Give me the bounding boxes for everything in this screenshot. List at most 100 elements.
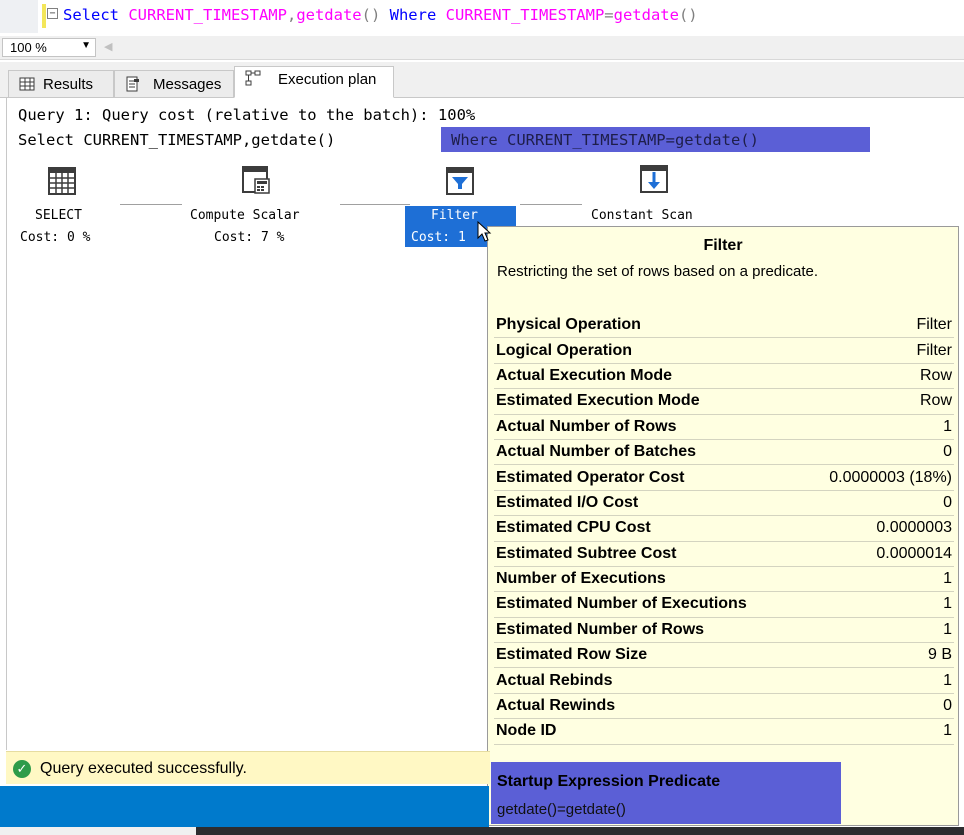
messages-icon [126, 76, 139, 92]
property-value: 9 B [801, 642, 954, 669]
chevron-down-icon[interactable]: ▼ [81, 40, 91, 51]
taskbar-strip-left [0, 827, 196, 835]
editor-gutter [0, 0, 38, 33]
property-name: Estimated Operator Cost [494, 464, 802, 491]
property-value: Row [801, 363, 954, 390]
property-name: Actual Number of Batches [494, 439, 802, 466]
property-value: 0.0000003 (18%) [801, 464, 954, 491]
sql-token: CURRENT_TIMESTAMP [128, 6, 287, 24]
property-value: 1 [801, 566, 954, 593]
zoom-select[interactable]: 100 % ▼ [2, 38, 96, 57]
property-name: Estimated CPU Cost [494, 515, 802, 542]
tooltip-description: Restricting the set of rows based on a p… [497, 263, 819, 280]
query-status-bar: ✓ Query executed successfully. [6, 751, 490, 784]
sql-token: Select [63, 6, 129, 24]
plan-node-cost: Cost: 1 [411, 230, 466, 245]
sql-token: Where [389, 6, 446, 24]
query-sql-highlight-text: Where CURRENT_TIMESTAMP=getdate() [451, 131, 759, 149]
results-tabs: Results Messages Execution plan [0, 62, 964, 98]
tooltip-property-row: Actual Rebinds 1 [494, 667, 954, 694]
tooltip-property-row: Estimated Subtree Cost 0.0000014 [494, 541, 954, 567]
property-value: 0.0000003 [801, 515, 954, 542]
compute-scalar-icon[interactable] [241, 165, 271, 195]
grid-icon [19, 77, 35, 91]
plan-node-cost: Cost: 7 % [214, 230, 285, 245]
sql-token: , [286, 6, 297, 24]
property-name: Estimated Number of Executions [494, 591, 802, 618]
tooltip-property-row: Estimated Execution Mode Row [494, 388, 954, 415]
sql-editor[interactable]: − Select CURRENT_TIMESTAMP,getdate() Whe… [0, 0, 964, 33]
tab-execution-plan[interactable]: Execution plan [234, 66, 394, 98]
operator-tooltip: Filter Restricting the set of rows based… [487, 226, 959, 826]
tab-execution-plan-label: Execution plan [278, 71, 377, 88]
plan-node-name: Compute Scalar [190, 208, 300, 223]
tooltip-property-row: Actual Number of Rows 1 [494, 414, 954, 440]
sql-token: CURRENT_TIMESTAMP [445, 6, 605, 24]
tooltip-property-row: Estimated CPU Cost 0.0000003 [494, 515, 954, 542]
property-name: Estimated I/O Cost [494, 490, 802, 517]
property-value: Filter [801, 337, 954, 364]
sql-code-line[interactable]: Select CURRENT_TIMESTAMP,getdate() Where… [63, 6, 698, 24]
sql-token: () [361, 6, 390, 24]
changed-line-marker [42, 4, 46, 28]
zoom-bar: 100 % ▼ ◀ [0, 36, 964, 60]
tooltip-property-row: Node ID 1 [494, 718, 954, 745]
property-name: Node ID [494, 718, 802, 745]
plan-node-name: Filter [431, 208, 478, 223]
mouse-pointer-icon [477, 221, 492, 242]
plan-node-name: SELECT [35, 208, 82, 223]
property-value: 0.0000014 [801, 541, 954, 567]
property-name: Estimated Row Size [494, 642, 802, 669]
tooltip-property-row: Actual Execution Mode Row [494, 363, 954, 390]
property-name: Actual Number of Rows [494, 414, 802, 440]
tab-messages-label: Messages [153, 76, 222, 93]
property-value: 1 [801, 414, 954, 440]
property-value: 1 [801, 617, 954, 644]
tooltip-properties-table: Physical Operation Filter Logical Operatio… [494, 313, 954, 745]
query-cost-line: Query 1: Query cost (relative to the bat… [18, 106, 476, 124]
predicate-value: getdate()=getdate() [497, 801, 626, 818]
property-value: 1 [801, 591, 954, 618]
scroll-left-icon[interactable]: ◀ [104, 40, 112, 53]
property-name: Actual Rebinds [494, 667, 802, 694]
filter-icon[interactable] [445, 166, 475, 196]
sql-token: = [604, 6, 614, 24]
tooltip-property-row: Estimated I/O Cost 0 [494, 490, 954, 517]
sql-token: getdate [296, 6, 362, 24]
tooltip-property-row: Estimated Number of Rows 1 [494, 617, 954, 644]
status-message: Query executed successfully. [40, 760, 247, 777]
select-icon[interactable] [47, 166, 77, 196]
plan-arrow-1 [120, 204, 182, 205]
property-name: Actual Execution Mode [494, 363, 802, 390]
property-name: Number of Executions [494, 566, 802, 593]
constant-scan-icon[interactable] [639, 164, 669, 194]
tooltip-property-row: Logical Operation Filter [494, 337, 954, 364]
tooltip-property-row: Estimated Row Size 9 B [494, 642, 954, 669]
property-value: 0 [801, 693, 954, 720]
query-sql-line: Select CURRENT_TIMESTAMP,getdate() [18, 131, 345, 149]
property-name: Estimated Execution Mode [494, 388, 802, 415]
predicate-title: Startup Expression Predicate [497, 773, 721, 790]
property-name: Logical Operation [494, 337, 802, 364]
plan-node-cost: Cost: 0 % [20, 230, 91, 245]
plan-arrow-3 [520, 204, 582, 205]
tooltip-property-row: Estimated Number of Executions 1 [494, 591, 954, 618]
property-value: Filter [801, 313, 954, 339]
property-name: Estimated Number of Rows [494, 617, 802, 644]
property-value: 1 [801, 718, 954, 745]
tooltip-property-row: Physical Operation Filter [494, 313, 954, 339]
ide-status-bar [0, 786, 489, 827]
execution-plan-icon [245, 70, 261, 86]
property-value: 0 [801, 439, 954, 466]
property-value: 1 [801, 667, 954, 694]
plan-node-name: Constant Scan [591, 208, 693, 223]
tab-messages[interactable]: Messages [114, 70, 234, 97]
property-name: Estimated Subtree Cost [494, 541, 802, 567]
tab-results[interactable]: Results [8, 70, 114, 97]
tooltip-property-row: Actual Rewinds 0 [494, 693, 954, 720]
sql-token: getdate [613, 6, 679, 24]
check-circle-icon: ✓ [13, 760, 31, 778]
tooltip-property-row: Estimated Operator Cost 0.0000003 (18%) [494, 464, 954, 491]
collapse-icon[interactable]: − [47, 8, 58, 19]
property-value: 0 [801, 490, 954, 517]
